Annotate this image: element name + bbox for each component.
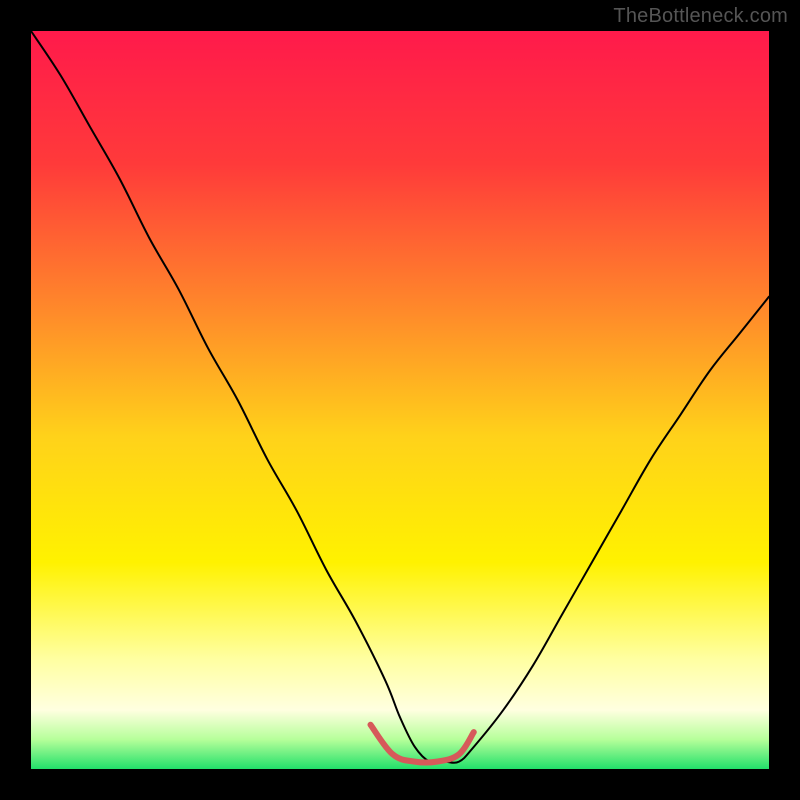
curve-main xyxy=(31,31,769,763)
curve-layer xyxy=(31,31,769,769)
chart-frame: TheBottleneck.com xyxy=(0,0,800,800)
plot-area xyxy=(31,31,769,769)
watermark-text: TheBottleneck.com xyxy=(613,5,788,28)
